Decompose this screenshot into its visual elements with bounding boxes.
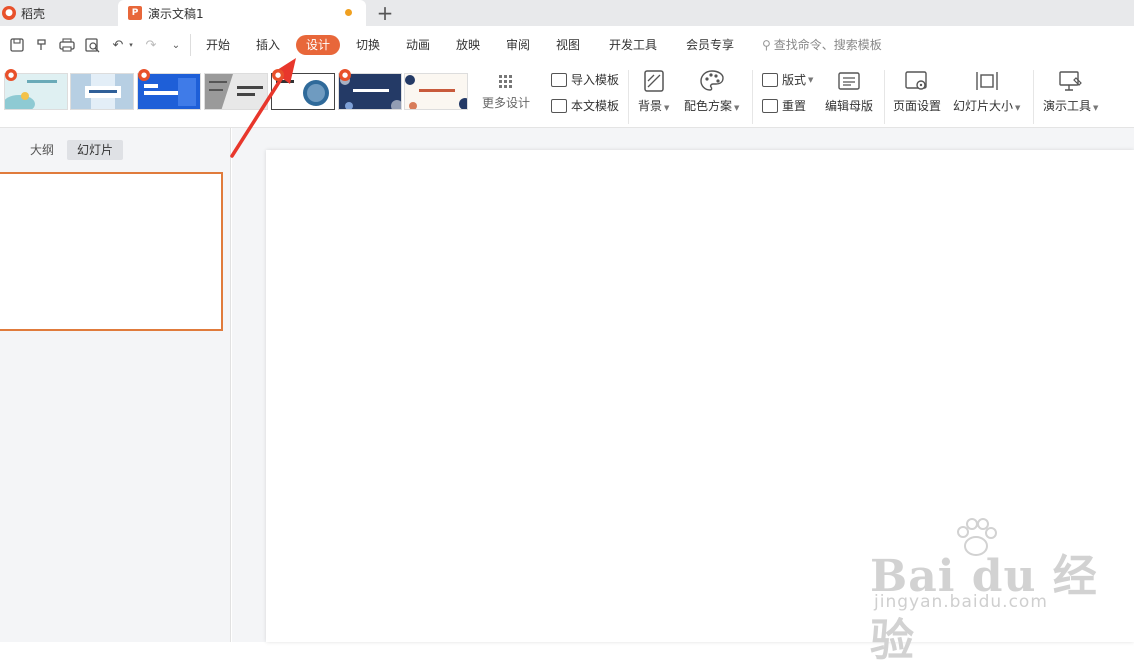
menu-design[interactable]: 设计 [296,35,340,55]
chevron-down-icon: ▼ [664,104,670,112]
tab-document-label: 演示文稿1 [148,6,204,21]
menu-home[interactable]: 开始 [201,35,235,55]
undo-dropdown-chevron-icon[interactable]: ▾ [123,37,139,53]
member-badge-icon: ● [5,69,17,81]
tab-daoke-label: 稻壳 [21,6,46,21]
search-icon: ⚲ [762,38,771,52]
slide-panel: 大纲 幻灯片 [0,128,231,642]
this-template-label: 本文模板 [571,99,620,113]
ribbon-separator [752,70,753,124]
search-placeholder: 查找命令、搜索模板 [773,38,882,52]
import-template-label: 导入模板 [571,73,620,87]
reset-label: 重置 [782,99,807,113]
reset-button[interactable]: 重置 [762,97,806,114]
slide-thumbnail[interactable] [0,172,223,331]
chevron-down-icon: ▼ [734,104,740,112]
layout-icon [762,72,778,87]
design-ribbon: ● ● ● ● 更多设计 导入模板 本文模板 背景▼ 配色方案▼ 版式▼ [0,64,1134,128]
tab-slides[interactable]: 幻灯片 [67,140,124,160]
edit-master-button[interactable]: 编辑母版 [825,69,873,114]
search-box[interactable]: ⚲ 查找命令、搜索模板 [762,35,882,55]
color-scheme-label: 配色方案 [684,99,733,113]
menu-insert[interactable]: 插入 [251,35,285,55]
unsaved-dot-icon [345,9,352,16]
redo-icon[interactable]: ↷ [143,37,159,53]
member-badge-icon: ● [138,69,150,81]
presentation-tools-button[interactable]: 演示工具 ▼ [1043,69,1098,114]
edit-master-label: 编辑母版 [825,99,874,113]
customize-toolbar-chevron-icon[interactable]: ⌄ [168,37,184,53]
reset-icon [762,98,778,113]
more-design-label: 更多设计 [482,96,531,110]
member-badge-icon: ● [272,69,284,81]
this-template-button[interactable]: 本文模板 [551,97,619,114]
tab-document[interactable]: P 演示文稿1 [118,0,366,26]
menu-row: ↶ ▾ ↷ ⌄ 开始 插入 设计 切换 动画 放映 审阅 视图 开发工具 会员专… [0,26,1134,64]
page-setup-button[interactable]: 页面设置 [893,69,941,114]
menu-developer-tools[interactable]: 开发工具 [603,35,663,55]
presentation-file-icon: P [128,6,142,20]
slide-size-label: 幻灯片大小 [953,99,1014,113]
template-thumb-7[interactable] [404,73,468,110]
chevron-down-icon: ▼ [808,75,814,84]
menu-separator [190,34,191,56]
menu-animation[interactable]: 动画 [401,35,435,55]
presentation-tools-label: 演示工具 [1043,99,1092,113]
grid-icon [498,74,514,90]
page-setup-label: 页面设置 [893,99,942,113]
member-badge-icon: ● [339,69,351,81]
ribbon-separator [1033,70,1034,124]
menu-member-exclusive[interactable]: 会员专享 [680,35,740,55]
save-icon[interactable] [9,37,25,53]
this-template-icon [551,98,567,113]
page-setup-icon [905,69,929,93]
menu-transition[interactable]: 切换 [351,35,385,55]
layout-label: 版式 [782,73,807,87]
tab-daoke[interactable]: ● 稻壳 [0,0,114,26]
color-scheme-button[interactable]: 配色方案 ▼ [684,69,739,114]
format-painter-icon[interactable] [34,37,50,53]
ribbon-separator [884,70,885,124]
presentation-tools-icon [1059,69,1083,93]
template-thumb-2[interactable] [70,73,134,110]
chevron-down-icon: ▼ [1015,104,1021,112]
baidu-jingyan-watermark: Bai du 经验 jingyan.baidu.com [866,518,1126,666]
watermark-line2: jingyan.baidu.com [874,592,1048,612]
import-template-button[interactable]: 导入模板 [551,71,619,88]
background-button[interactable]: 背景 ▼ [638,69,669,114]
chevron-down-icon: ▼ [1093,104,1099,112]
print-preview-icon[interactable] [84,37,100,53]
tab-bar: ● 稻壳 P 演示文稿1 + [0,0,1134,26]
layout-button[interactable]: 版式 ▼ [762,71,813,88]
palette-icon [700,69,724,93]
new-tab-button[interactable]: + [374,1,396,25]
ribbon-separator [628,70,629,124]
slide-size-icon [975,69,999,93]
menu-view[interactable]: 视图 [551,35,585,55]
menu-review[interactable]: 审阅 [501,35,535,55]
print-icon[interactable] [59,37,75,53]
template-thumb-4[interactable] [204,73,268,110]
background-label: 背景 [638,99,663,113]
background-icon [642,69,666,93]
menu-slideshow[interactable]: 放映 [451,35,485,55]
more-design-button[interactable]: 更多设计 [482,74,530,111]
slide-size-button[interactable]: 幻灯片大小 ▼ [953,69,1020,114]
slide-master-icon [837,69,861,93]
tab-outline[interactable]: 大纲 [20,140,64,160]
daoke-logo-icon: ● [2,6,16,20]
import-template-icon [551,72,567,87]
